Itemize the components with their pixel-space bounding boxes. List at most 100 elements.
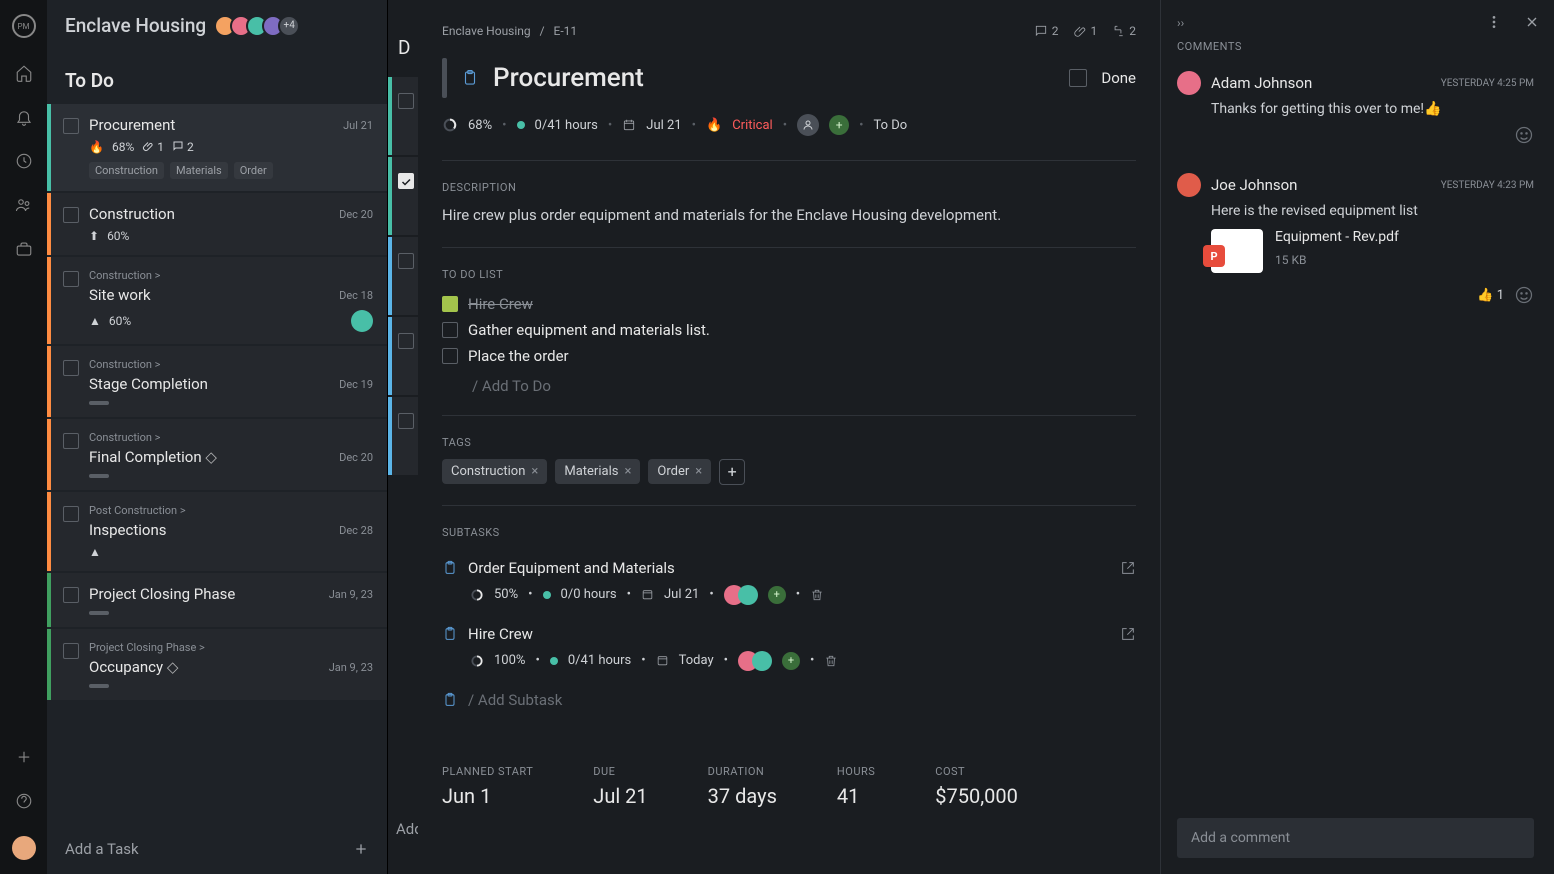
clock-icon[interactable] [15, 152, 33, 170]
add-tag-button[interactable]: + [719, 459, 745, 485]
attachment-card[interactable]: P Equipment - Rev.pdf 15 KB [1211, 229, 1534, 273]
subtasks-count[interactable]: 2 [1111, 24, 1136, 38]
status-label[interactable]: To Do [873, 118, 907, 133]
add-assignee-button[interactable]: + [768, 586, 786, 604]
project-members[interactable]: +4 [220, 15, 300, 37]
home-icon[interactable] [15, 64, 33, 82]
tag-chip[interactable]: Construction × [442, 459, 547, 484]
add-todo-input[interactable]: / Add To Do [442, 369, 1136, 395]
current-user-avatar[interactable] [12, 836, 36, 860]
todo-item[interactable]: Hire Crew [442, 291, 1136, 317]
comment-avatar[interactable] [1177, 173, 1201, 197]
add-comment-input[interactable]: Add a comment [1177, 818, 1534, 858]
peek-card[interactable] [388, 397, 418, 475]
attachments-count[interactable]: 1 [1073, 24, 1098, 38]
peek-add[interactable]: Add [396, 820, 418, 838]
peek-card[interactable] [388, 317, 418, 395]
trash-icon[interactable] [810, 588, 824, 602]
task-card[interactable]: Construction >Stage CompletionDec 19 [47, 346, 387, 417]
task-title[interactable]: Procurement [493, 63, 1055, 93]
subtask-avatar[interactable] [738, 585, 758, 605]
priority-label[interactable]: Critical [732, 118, 772, 133]
comments-count[interactable]: 2 [1034, 24, 1059, 38]
task-card[interactable]: ConstructionDec 20⬆60% [47, 193, 387, 255]
tags-label: TAGS [442, 436, 1136, 449]
due-date[interactable]: Jul 21 [646, 118, 681, 133]
add-subtask-input[interactable]: / Add Subtask [442, 681, 1136, 709]
due-value[interactable]: Jul 21 [593, 784, 647, 808]
bell-icon[interactable] [15, 108, 33, 126]
priority-bar [442, 58, 447, 98]
collapse-icon[interactable]: ›› [1177, 16, 1534, 30]
tag-chip[interactable]: Order × [648, 459, 711, 484]
open-icon[interactable] [1120, 626, 1136, 642]
due-label: DUE [593, 765, 647, 778]
peek-card[interactable] [388, 77, 418, 155]
cost-value[interactable]: $750,000 [935, 784, 1018, 808]
add-assignee-button[interactable]: + [829, 115, 849, 135]
comment-avatar[interactable] [1177, 71, 1201, 95]
task-checkbox[interactable] [63, 118, 79, 134]
task-card[interactable]: Construction >Site workDec 18▲60% [47, 257, 387, 344]
todo-checkbox[interactable] [442, 322, 458, 338]
task-checkbox[interactable] [63, 643, 79, 659]
add-task-button[interactable]: Add a Task [47, 824, 387, 874]
peek-card[interactable] [388, 237, 418, 315]
peek-card[interactable] [388, 157, 418, 235]
open-icon[interactable] [1120, 560, 1136, 576]
breadcrumb[interactable]: Enclave Housing / E-11 [442, 24, 577, 38]
project-name[interactable]: Enclave Housing [65, 14, 206, 37]
hours-value[interactable]: 41 [837, 784, 875, 808]
task-assignee-avatar[interactable] [351, 310, 373, 332]
subtask-item[interactable]: Order Equipment and Materials 50%• 0/0 h… [442, 549, 1136, 615]
task-card[interactable]: Construction >Final Completion ◇Dec 20 [47, 419, 387, 490]
peek-checkbox[interactable] [398, 93, 414, 109]
tag-chip[interactable]: Materials × [555, 459, 640, 484]
todo-item[interactable]: Place the order [442, 343, 1136, 369]
help-icon[interactable] [15, 792, 33, 810]
task-date: Dec 28 [339, 524, 373, 537]
remove-tag-icon[interactable]: × [624, 464, 631, 479]
plus-icon[interactable] [15, 748, 33, 766]
task-card[interactable]: Project Closing Phase >Occupancy ◇Jan 9,… [47, 629, 387, 700]
subtask-date: Jul 21 [664, 587, 699, 602]
todo-checkbox[interactable] [442, 348, 458, 364]
planned-start-value[interactable]: Jun 1 [442, 784, 533, 808]
todo-checkbox[interactable] [442, 296, 458, 312]
task-checkbox[interactable] [63, 360, 79, 376]
hours-meta[interactable]: 0/41 hours [535, 118, 598, 133]
people-icon[interactable] [15, 196, 33, 214]
remove-tag-icon[interactable]: × [531, 464, 538, 479]
add-reaction-icon[interactable] [1514, 125, 1534, 145]
app-logo[interactable]: PM [12, 14, 36, 38]
task-checkbox[interactable] [63, 207, 79, 223]
subtask-item[interactable]: Hire Crew 100%• 0/41 hours• Today• +• [442, 615, 1136, 681]
peek-checkbox[interactable] [398, 413, 414, 429]
peek-checkbox[interactable] [398, 173, 414, 189]
add-reaction-icon[interactable] [1514, 285, 1534, 305]
subtask-date: Today [679, 653, 714, 668]
done-checkbox[interactable] [1069, 69, 1087, 87]
task-checkbox[interactable] [63, 271, 79, 287]
assignee-icon[interactable] [797, 114, 819, 136]
task-card[interactable]: Post Construction >InspectionsDec 28▲ [47, 492, 387, 571]
peek-checkbox[interactable] [398, 253, 414, 269]
add-assignee-button[interactable]: + [782, 652, 800, 670]
status-dot-icon [543, 591, 551, 599]
remove-tag-icon[interactable]: × [695, 464, 702, 479]
subtask-avatar[interactable] [752, 651, 772, 671]
task-card[interactable]: Project Closing PhaseJan 9, 23 [47, 573, 387, 627]
task-checkbox[interactable] [63, 506, 79, 522]
peek-checkbox[interactable] [398, 333, 414, 349]
task-card[interactable]: ProcurementJul 21🔥68% 1 2ConstructionMat… [47, 104, 387, 191]
task-checkbox[interactable] [63, 433, 79, 449]
duration-label: DURATION [708, 765, 777, 778]
briefcase-icon[interactable] [15, 240, 33, 258]
todo-item[interactable]: Gather equipment and materials list. [442, 317, 1136, 343]
trash-icon[interactable] [824, 654, 838, 668]
description-text[interactable]: Hire crew plus order equipment and mater… [442, 204, 1136, 227]
reaction-pill[interactable]: 👍 1 [1477, 288, 1504, 303]
duration-value[interactable]: 37 days [708, 784, 777, 808]
task-checkbox[interactable] [63, 587, 79, 603]
task-name: Inspections [89, 521, 166, 539]
